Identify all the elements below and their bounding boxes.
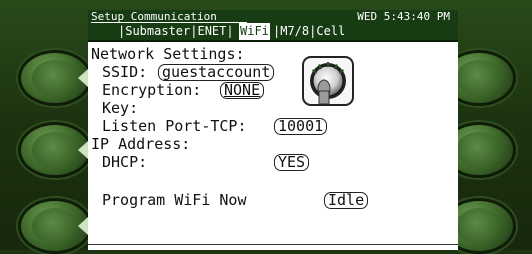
left-arrow-indicator-2 xyxy=(78,141,88,159)
ssid-label: SSID: xyxy=(102,63,148,81)
lcd-screen: Setup Communication WED 5:43:40 PM |Subm… xyxy=(88,10,458,250)
program-wifi-label: Program WiFi Now xyxy=(102,191,247,209)
listen-port-label: Listen Port-TCP: xyxy=(102,117,247,135)
tab-m78-cell[interactable]: |M7/8|Cell xyxy=(273,23,345,40)
scroll-wheel-graphic xyxy=(310,62,346,105)
encryption-field[interactable]: NONE xyxy=(220,82,265,99)
encryption-label: Encryption: xyxy=(102,81,202,99)
clock-display: WED 5:43:40 PM xyxy=(357,10,450,23)
dhcp-field[interactable]: YES xyxy=(274,154,310,171)
title-bar: Setup Communication WED 5:43:40 PM xyxy=(88,10,458,23)
settings-panel: Network Settings: SSID: guestaccount Enc… xyxy=(88,42,458,250)
scroll-wheel-icon xyxy=(302,56,354,106)
program-status-field[interactable]: Idle xyxy=(324,192,369,209)
key-label: Key: xyxy=(102,99,139,117)
screen-bottom-divider xyxy=(88,244,458,245)
dhcp-label: DHCP: xyxy=(102,153,148,171)
network-settings-heading: Network Settings: xyxy=(91,45,245,63)
left-arrow-indicator-1 xyxy=(78,69,88,87)
tab-submaster-enet[interactable]: |Submaster|ENET| xyxy=(118,23,234,40)
left-arrow-indicator-3 xyxy=(78,217,88,235)
ssid-field[interactable]: guestaccount xyxy=(158,64,275,81)
tab-bar: |Submaster|ENET| WiFi |M7/8|Cell xyxy=(88,23,458,42)
tab-wifi[interactable]: WiFi xyxy=(239,23,270,40)
listen-port-field[interactable]: 10001 xyxy=(274,118,328,135)
ip-address-heading: IP Address: xyxy=(91,135,191,153)
